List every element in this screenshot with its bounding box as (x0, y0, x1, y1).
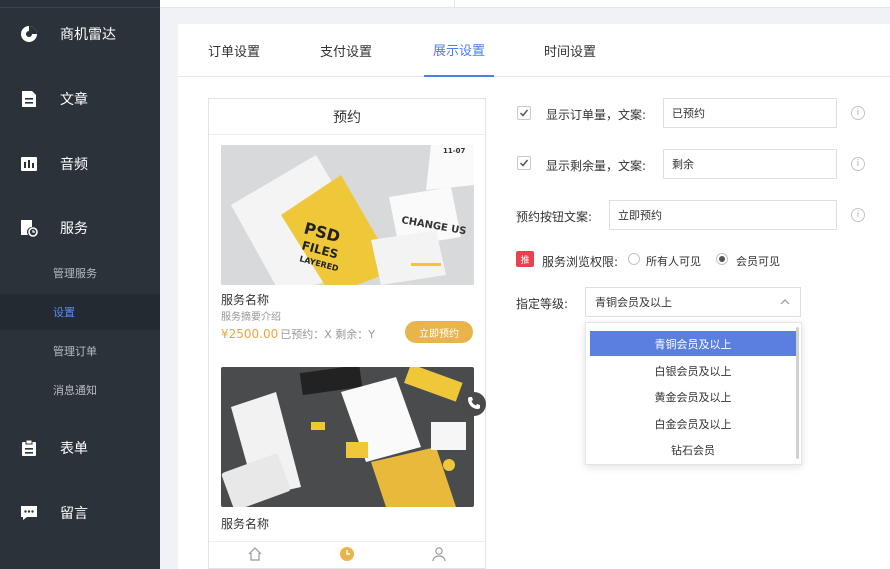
sub-item-label: 管理服务 (53, 267, 97, 280)
user-icon[interactable] (431, 546, 447, 562)
service-meta-1: ¥2500.00 已预约：X 剩余：Y (221, 326, 375, 342)
check-icon (519, 109, 529, 117)
nav-label: 服务 (60, 221, 88, 237)
nav-label: 音频 (60, 157, 88, 173)
info-icon[interactable]: i (851, 106, 865, 120)
nav-item-service[interactable]: 服务 (0, 208, 160, 248)
home-icon[interactable] (247, 546, 263, 562)
clipboard-icon (20, 439, 38, 457)
nav-item-audio[interactable]: 音频 (0, 144, 160, 184)
radio-members-only[interactable] (716, 253, 728, 265)
sub-item-manage-service[interactable]: 管理服务 (0, 255, 160, 291)
sub-item-settings[interactable]: 设置 (0, 294, 160, 330)
mobile-preview: 预约 PSD FILES LAYERED CHANGE US 11-07 服务名… (208, 98, 486, 569)
service-image-1: PSD FILES LAYERED CHANGE US 11-07 (221, 145, 474, 285)
level-option[interactable]: 钻石会员 (590, 437, 796, 462)
nav-item-messages[interactable]: 留言 (0, 493, 160, 533)
phone-call-button[interactable] (462, 392, 486, 416)
level-label: 指定等级: (516, 297, 569, 311)
tab-payment-settings[interactable]: 支付设置 (304, 24, 388, 77)
book-now-button[interactable]: 立即预约 (405, 321, 473, 343)
visibility-label: 服务浏览权限: (542, 255, 619, 269)
show-remaining-label: 显示剩余量，文案: (546, 159, 647, 173)
nav-label: 商机雷达 (60, 27, 116, 43)
sub-item-manage-orders[interactable]: 管理订单 (0, 333, 160, 369)
service-desc-1: 服务摘要介绍 (221, 312, 281, 323)
nav-label: 表单 (60, 441, 88, 457)
service-price: ¥2500.00 (221, 327, 279, 341)
tab-order-settings[interactable]: 订单设置 (192, 24, 276, 77)
dropdown-scrollbar[interactable] (796, 327, 799, 459)
nav-label: 文章 (60, 92, 88, 108)
booking-icon[interactable] (339, 546, 355, 562)
tab-display-settings[interactable]: 展示设置 (424, 24, 494, 77)
level-select-value: 青铜会员及以上 (595, 296, 672, 309)
image-text-date: 11-07 (443, 147, 466, 155)
radio-everyone-label[interactable]: 所有人可见 (646, 253, 701, 269)
settings-tabs: 订单设置 支付设置 展示设置 时间设置 (178, 24, 890, 77)
service-name-2: 服务名称 (221, 517, 270, 531)
radio-members-only-label[interactable]: 会员可见 (736, 253, 780, 269)
level-dropdown: 青铜会员及以上 白银会员及以上 黄金会员及以上 白金会员及以上 钻石会员 (585, 322, 802, 465)
sub-item-label: 消息通知 (53, 384, 97, 397)
top-bar (160, 0, 890, 8)
phone-icon (467, 396, 481, 413)
level-option[interactable]: 黄金会员及以上 (590, 384, 796, 409)
remaining-text-input[interactable] (663, 149, 837, 179)
level-option[interactable]: 白银会员及以上 (590, 358, 796, 383)
sub-item-label: 管理订单 (53, 345, 97, 358)
pie-chart-icon (20, 25, 38, 43)
nav-label: 留言 (60, 506, 88, 522)
info-icon[interactable]: i (851, 157, 865, 171)
check-icon (519, 159, 529, 167)
info-icon[interactable]: i (851, 208, 865, 222)
service-stock-text: 已预约：X 剩余：Y (280, 328, 376, 341)
order-count-text-input[interactable] (663, 98, 837, 128)
level-select[interactable]: 青铜会员及以上 (585, 287, 801, 317)
sub-item-label: 设置 (53, 306, 75, 319)
tab-time-settings[interactable]: 时间设置 (528, 24, 612, 77)
document-icon (20, 90, 38, 108)
promo-badge: 推 (516, 251, 534, 267)
button-text-label: 预约按钮文案: (516, 210, 593, 224)
level-option[interactable]: 青铜会员及以上 (590, 331, 796, 356)
show-order-count-checkbox[interactable] (517, 106, 531, 120)
sub-item-notifications[interactable]: 消息通知 (0, 372, 160, 408)
message-icon (20, 504, 38, 522)
nav-item-radar[interactable]: 商机雷达 (0, 14, 160, 54)
service-icon (20, 219, 38, 237)
button-text-input[interactable] (609, 200, 837, 230)
level-option[interactable]: 白金会员及以上 (590, 411, 796, 436)
radio-everyone[interactable] (628, 253, 640, 265)
nav-item-articles[interactable]: 文章 (0, 79, 160, 119)
preview-title: 预约 (209, 99, 485, 135)
service-image-2 (221, 367, 474, 507)
sidebar: 商机雷达 文章 音频 服务 管理服务 设置 管理订单 消息通知 表单 留言 (0, 0, 160, 569)
chevron-up-icon (780, 297, 790, 307)
service-name-1: 服务名称 (221, 293, 270, 307)
top-bar-divider (454, 0, 455, 8)
preview-bottom-nav (209, 541, 485, 568)
audio-icon (20, 155, 38, 173)
show-order-count-label: 显示订单量，文案: (546, 108, 647, 122)
sidebar-top-divider (0, 0, 160, 8)
nav-item-forms[interactable]: 表单 (0, 428, 160, 468)
show-remaining-checkbox[interactable] (517, 156, 531, 170)
